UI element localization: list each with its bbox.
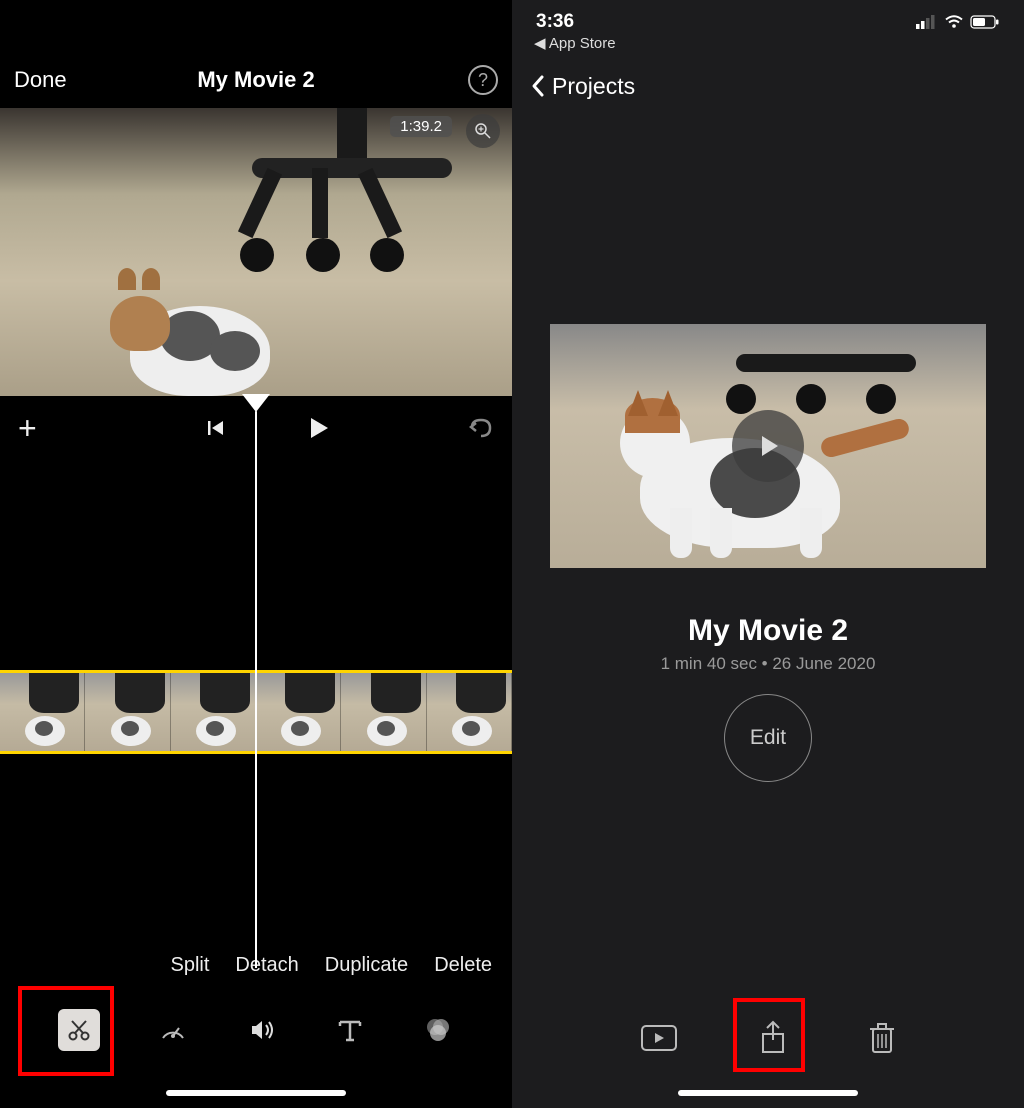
video-preview[interactable]: 1:39.2 [0,108,512,396]
zoom-icon[interactable] [466,114,500,148]
playhead-line [255,396,257,968]
project-title: My Movie 2 [197,67,314,93]
clip-thumb [256,673,341,751]
clock: 3:36 [536,11,574,33]
trash-icon[interactable] [868,1021,896,1055]
speed-tool-icon[interactable] [157,1014,189,1046]
play-project-icon[interactable] [640,1024,678,1052]
home-indicator[interactable] [678,1090,858,1096]
share-icon[interactable] [758,1020,788,1056]
status-bar: 3:36 [512,8,1024,36]
play-icon[interactable] [306,415,332,441]
projects-button[interactable]: Projects [552,73,635,100]
edit-button[interactable]: Edit [724,694,812,782]
clip-thumb [341,673,426,751]
clip-thumb [427,673,512,751]
movie-meta: 1 min 40 sec • 26 June 2020 [512,654,1024,674]
chevron-left-icon[interactable] [530,74,546,98]
preview-subject [110,276,290,396]
wifi-icon [944,15,964,29]
skip-start-icon[interactable] [206,418,226,438]
delete-button[interactable]: Delete [434,954,492,990]
play-overlay-icon[interactable] [732,410,804,482]
projects-screen: 3:36 ◀ App Store Projects My Movie 2 1 m… [512,0,1024,1108]
editor-screen: Done My Movie 2 ? 1:39.2 + [0,0,512,1108]
undo-icon[interactable] [468,417,494,439]
clip-thumb [0,673,85,751]
done-button[interactable]: Done [14,67,67,93]
back-to-app-link[interactable]: ◀ App Store [534,34,616,52]
detach-button[interactable]: Detach [235,954,298,990]
clip-thumb [171,673,256,751]
volume-tool-icon[interactable] [246,1014,278,1046]
cellular-icon [916,15,938,29]
clip-thumb [85,673,170,751]
project-actions [512,1008,1024,1068]
timecode-label: 1:39.2 [390,116,452,137]
movie-title: My Movie 2 [512,614,1024,648]
home-indicator[interactable] [166,1090,346,1096]
status-icons [916,15,1000,29]
help-icon[interactable]: ? [468,65,498,95]
battery-icon [970,15,1000,29]
project-thumbnail[interactable] [550,324,986,568]
projects-nav: Projects [512,66,1024,106]
filters-tool-icon[interactable] [422,1014,454,1046]
scissors-tool-icon[interactable] [58,1009,100,1051]
split-button[interactable]: Split [171,954,210,990]
editor-nav-bar: Done My Movie 2 ? [0,54,512,106]
duplicate-button[interactable]: Duplicate [325,954,408,990]
tool-bar [0,1000,512,1060]
playhead-marker [244,396,268,412]
text-tool-icon[interactable] [335,1015,365,1045]
